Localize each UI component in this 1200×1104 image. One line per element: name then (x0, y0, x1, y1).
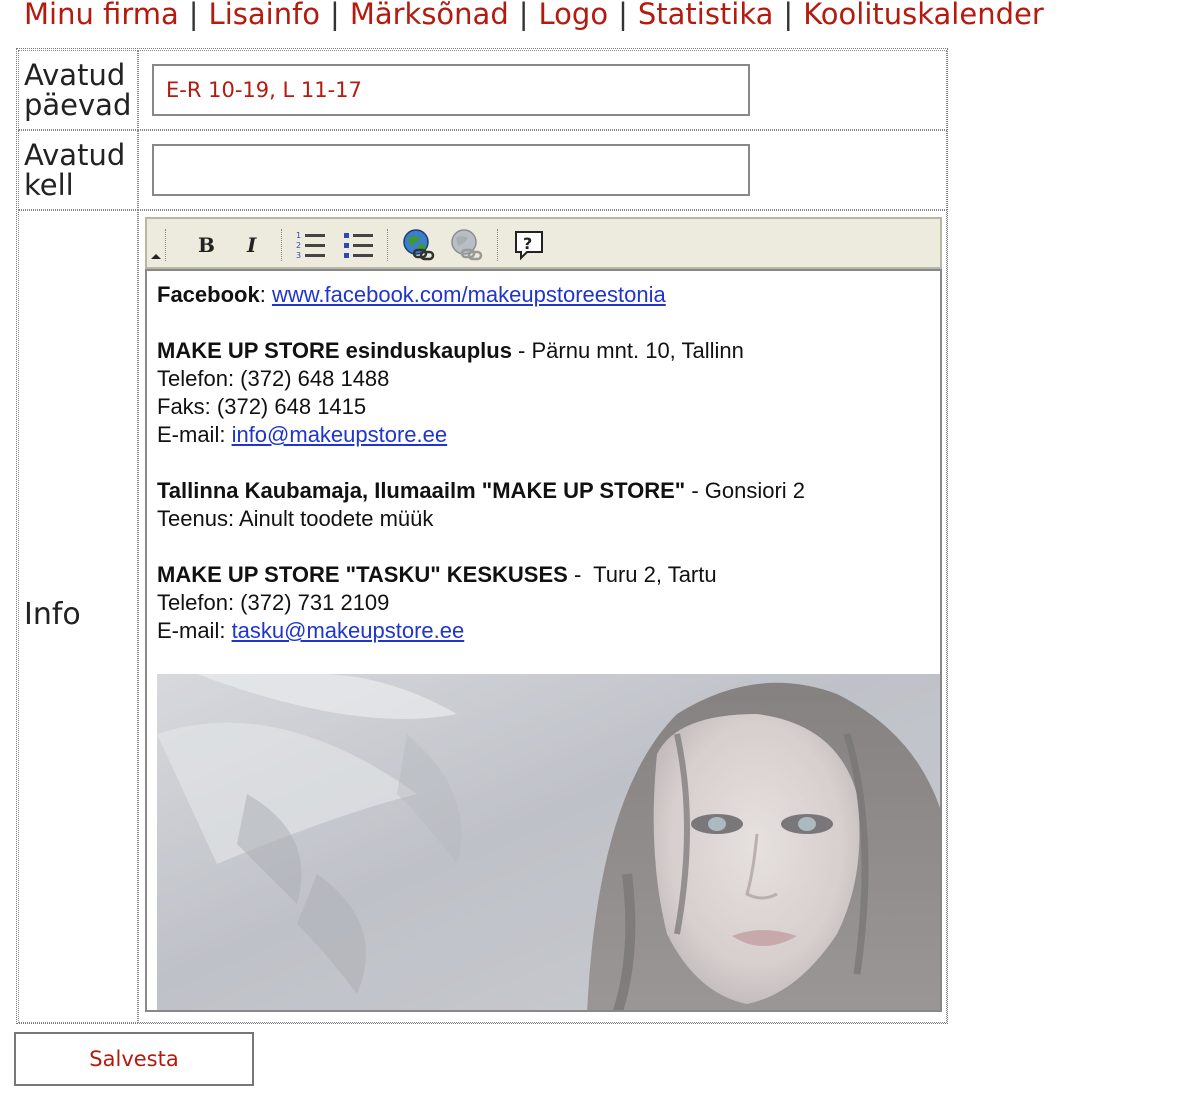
svg-text:B: B (198, 233, 215, 257)
toolbar-collapse-icon[interactable] (150, 253, 162, 261)
top-navigation: Minu firma | Lisainfo | Märksõnad | Logo | Stati… (24, 0, 1044, 34)
editor-content: Facebook: www.facebook.com/makeupstorees… (157, 281, 805, 645)
open-hours-value-cell (138, 130, 947, 210)
ordered-list-icon[interactable]: 1 2 3 (291, 225, 331, 265)
bold-icon[interactable]: B (185, 225, 225, 265)
info-editor[interactable]: Facebook: www.facebook.com/makeupstorees… (145, 269, 942, 1012)
store3-phone: Telefon: (372) 731 2109 (157, 590, 390, 615)
unordered-list-icon[interactable] (339, 225, 379, 265)
facebook-line: Facebook: www.facebook.com/makeupstorees… (157, 282, 666, 307)
nav-link-marksonad[interactable]: Märksõnad (350, 0, 509, 31)
open-days-input[interactable] (152, 64, 750, 116)
store3-line: MAKE UP STORE "TASKU" KESKUSES - Turu 2,… (157, 561, 805, 589)
toolbar-separator (497, 229, 500, 261)
toolbar-separator (387, 229, 390, 261)
open-days-label: Avatud päevad (24, 58, 132, 122)
nav-link-statistika[interactable]: Statistika (638, 0, 774, 31)
toolbar-separator (281, 229, 284, 261)
store1-email-link[interactable]: info@makeupstore.ee (232, 422, 448, 447)
italic-icon[interactable]: I (233, 225, 273, 265)
open-hours-input[interactable] (152, 144, 750, 196)
store1-phone: Telefon: (372) 648 1488 (157, 366, 390, 391)
open-hours-label-cell: Avatud kell (18, 130, 138, 210)
open-hours-label: Avatud kell (24, 138, 126, 202)
store1-line: MAKE UP STORE esinduskauplus - Pärnu mnt… (157, 337, 805, 365)
help-icon[interactable]: ? (509, 225, 549, 265)
svg-text:3: 3 (296, 251, 301, 260)
toolbar-separator (165, 229, 168, 261)
store2-service: Teenus: Ainult toodete müük (157, 506, 434, 531)
nav-separator: | (783, 0, 794, 31)
nav-link-lisainfo[interactable]: Lisainfo (209, 0, 320, 31)
nav-separator: | (330, 0, 340, 31)
nav-link-koolituskalender[interactable]: Koolituskalender (803, 0, 1044, 31)
svg-text:?: ? (523, 234, 532, 253)
nav-link-minu-firma[interactable]: Minu firma (24, 0, 179, 31)
store3-email-link[interactable]: tasku@makeupstore.ee (232, 618, 465, 643)
store1-fax: Faks: (372) 648 1415 (157, 394, 367, 419)
store3-address: - Turu 2, Tartu (567, 562, 717, 587)
promo-photo (157, 674, 940, 1010)
nav-link-logo[interactable]: Logo (539, 0, 609, 31)
svg-text:1: 1 (296, 231, 301, 240)
store1-address: - Pärnu mnt. 10, Tallinn (511, 338, 744, 363)
facebook-label: Facebook (157, 282, 260, 307)
facebook-link[interactable]: www.facebook.com/makeupstoreestonia (272, 282, 666, 307)
company-info-form: Avatud päevad Avatud kell Info B I (16, 48, 948, 1024)
info-label-cell: Info (18, 210, 138, 1023)
store3-email-line: E-mail: tasku@makeupstore.ee (157, 618, 465, 643)
editor-toolbar: B I 1 2 3 ? (145, 217, 942, 269)
save-button[interactable]: Salvesta (14, 1032, 254, 1086)
store2-address: - Gonsiori 2 (685, 478, 806, 503)
open-days-value-cell (138, 50, 947, 130)
nav-separator: | (618, 0, 628, 31)
info-label: Info (24, 597, 81, 632)
store2-line: Tallinna Kaubamaja, Ilumaailm "MAKE UP S… (157, 477, 805, 505)
store2-name: Tallinna Kaubamaja, Ilumaailm "MAKE UP S… (157, 478, 686, 503)
store3-name: MAKE UP STORE "TASKU" KESKUSES (157, 562, 568, 587)
nav-separator: | (518, 0, 529, 31)
open-days-label-cell: Avatud päevad (18, 50, 138, 130)
info-value-cell: B I 1 2 3 ? Facebook: www.facebook.com/m… (138, 210, 947, 1023)
svg-text:2: 2 (296, 241, 301, 250)
nav-separator: | (188, 0, 199, 31)
insert-link-icon[interactable] (399, 225, 439, 265)
svg-text:I: I (246, 233, 257, 257)
remove-link-icon[interactable] (447, 225, 487, 265)
store1-email-line: E-mail: info@makeupstore.ee (157, 422, 448, 447)
store1-name: MAKE UP STORE esinduskauplus (157, 338, 512, 363)
